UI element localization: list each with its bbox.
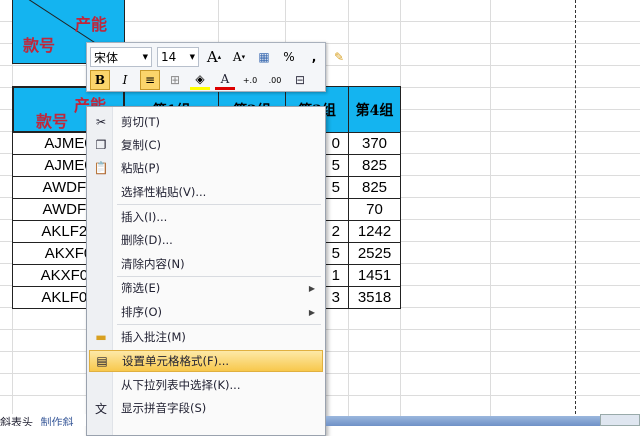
- chevron-down-icon: ▼: [142, 53, 148, 61]
- paste-icon: 📋: [93, 161, 109, 175]
- menu-item-label: 排序(O): [121, 305, 163, 319]
- menu-item-label: 剪切(T): [121, 115, 160, 129]
- menu-item[interactable]: 📋 粘贴(P): [89, 157, 323, 179]
- sheet-tabs: 斜表头 制作斜: [0, 414, 86, 426]
- font-size-value: 14: [161, 50, 177, 64]
- menu-item[interactable]: 排序(O) ▶: [89, 301, 323, 323]
- percent-button[interactable]: %: [279, 47, 299, 67]
- menu-item[interactable]: 从下拉列表中选择(K)...: [89, 374, 323, 396]
- menu-item-label: 从下拉列表中选择(K)...: [121, 378, 241, 392]
- menu-item[interactable]: 删除(D)...: [89, 229, 323, 251]
- model-label: 款号: [36, 112, 69, 131]
- format-cells-icon: ▤: [96, 354, 108, 368]
- menu-item[interactable]: 筛选(E) ▶: [89, 277, 323, 299]
- scissors-icon: ✂: [95, 115, 107, 129]
- format-painter-icon[interactable]: ✎: [329, 47, 349, 67]
- menu-item[interactable]: ❐ 复制(C): [89, 134, 323, 156]
- bold-button[interactable]: B: [90, 70, 110, 90]
- decrease-decimal-button[interactable]: .00: [265, 70, 285, 90]
- cell-col4[interactable]: 2525: [348, 242, 401, 265]
- header-col4[interactable]: 第4组: [348, 86, 401, 133]
- shrink-font-icon[interactable]: A ▾: [229, 47, 249, 67]
- menu-separator: [117, 276, 321, 277]
- menu-item-label: 设置单元格格式(F)...: [122, 354, 230, 368]
- menu-item-label: 显示拼音字段(S): [121, 401, 207, 415]
- fill-color-icon[interactable]: ◈: [190, 70, 210, 90]
- sheet-tab[interactable]: 制作斜: [41, 416, 74, 426]
- menu-separator: [117, 324, 321, 325]
- model-label: 款号: [23, 36, 56, 55]
- cell-col4[interactable]: 825: [348, 176, 401, 199]
- page-break-line: [575, 0, 576, 414]
- menu-item-label: 删除(D)...: [121, 233, 173, 247]
- horizontal-scrollbar[interactable]: [326, 416, 600, 426]
- comment-icon: ▬: [95, 330, 107, 344]
- menu-item[interactable]: ▤ 设置单元格格式(F)...: [89, 350, 323, 372]
- center-align-icon[interactable]: ≡: [140, 70, 160, 90]
- menu-item[interactable]: 清除内容(N): [89, 253, 323, 275]
- menu-item-label: 插入批注(M): [121, 330, 186, 344]
- menu-item-label: 筛选(E): [121, 281, 161, 295]
- submenu-arrow-icon: ▶: [308, 283, 315, 293]
- menu-item[interactable]: 选择性粘贴(V)...: [89, 181, 323, 203]
- cell-col4[interactable]: 70: [348, 198, 401, 221]
- chevron-down-icon: ▼: [189, 53, 195, 61]
- menu-separator: [117, 204, 321, 205]
- menu-item[interactable]: 文显示拼音字段(S): [89, 397, 323, 419]
- menu-item[interactable]: ✂ 剪切(T): [89, 111, 323, 133]
- menu-item-label: 插入(I)...: [121, 210, 168, 224]
- cell-col4[interactable]: 825: [348, 154, 401, 177]
- phonetic-icon: 文: [94, 401, 107, 416]
- cell-col4[interactable]: 1242: [348, 220, 401, 243]
- font-name-select[interactable]: 宋体 ▼: [90, 47, 152, 67]
- menu-item-label: 选择性粘贴(V)...: [121, 185, 207, 199]
- scroll-buttons[interactable]: [600, 414, 640, 426]
- borders-icon[interactable]: ⊞: [165, 70, 185, 90]
- cell-col4[interactable]: 370: [348, 132, 401, 155]
- sheet-tab[interactable]: 斜表头: [0, 416, 33, 426]
- font-size-select[interactable]: 14 ▼: [157, 47, 199, 67]
- menu-item-label: 粘贴(P): [121, 161, 160, 175]
- mini-toolbar: 宋体 ▼ 14 ▼ A ▴ A ▾ ▦ % , ✎ B I ≡ ⊞ ◈ A +.0 .0…: [86, 42, 344, 92]
- grow-font-icon[interactable]: A ▴: [204, 47, 224, 67]
- accounting-format-icon[interactable]: ▦: [254, 47, 274, 67]
- menu-item[interactable]: ▬ 插入批注(M): [89, 326, 323, 348]
- copy-icon: ❐: [95, 138, 107, 152]
- merge-center-icon[interactable]: ⊟: [290, 70, 310, 90]
- menu-item[interactable]: 插入(I)...: [89, 206, 323, 228]
- menu-item-label: 复制(C): [121, 138, 162, 152]
- font-color-button[interactable]: A: [215, 70, 235, 90]
- comma-style-button[interactable]: ,: [304, 47, 324, 67]
- italic-button[interactable]: I: [115, 70, 135, 90]
- submenu-arrow-icon: ▶: [308, 307, 315, 317]
- increase-decimal-button[interactable]: +.0: [240, 70, 260, 90]
- cell-col4[interactable]: 1451: [348, 264, 401, 287]
- capacity-label: 产能: [75, 15, 108, 34]
- cell-col4[interactable]: 3518: [348, 286, 401, 309]
- context-menu: ✂ 剪切(T) ❐ 复制(C) 📋 粘贴(P) 选择性粘贴(V)... 插入(I)... 删除(…: [86, 106, 326, 436]
- font-name-value: 宋体: [94, 50, 119, 65]
- menu-item-label: 清除内容(N): [121, 257, 185, 271]
